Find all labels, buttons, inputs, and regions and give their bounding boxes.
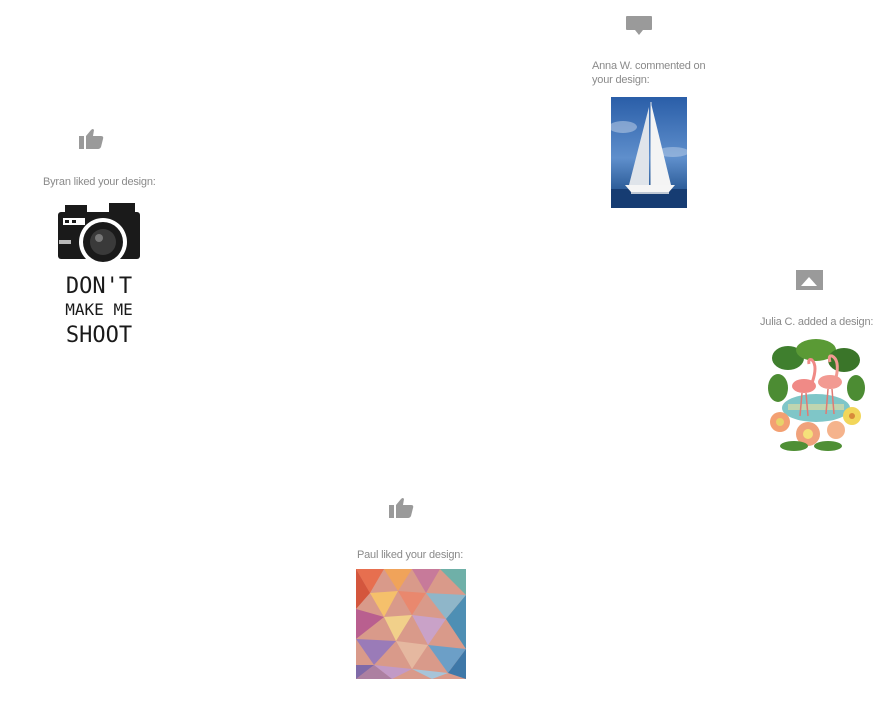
thumbs-up-icon bbox=[79, 129, 104, 149]
feed-item-caption: Julia C. added a design: bbox=[760, 316, 874, 328]
design-text-line: SHOOT bbox=[66, 323, 132, 347]
feed-item-caption: Paul liked your design: bbox=[357, 549, 464, 561]
sailboat-design[interactable] bbox=[611, 97, 687, 208]
feed-item-caption: Byran liked your design: bbox=[43, 176, 156, 188]
comment-icon bbox=[626, 16, 652, 35]
design-text-line: MAKE ME bbox=[65, 300, 132, 319]
activity-feed: Anna W. commented on your design: Byran … bbox=[0, 0, 893, 725]
image-icon bbox=[796, 270, 823, 290]
feed-item-caption: Anna W. commented on your design: bbox=[592, 60, 706, 86]
camera-design[interactable]: DON'T MAKE ME SHOOT bbox=[57, 200, 141, 347]
design-text-line: DON'T bbox=[66, 274, 132, 299]
thumbs-up-icon bbox=[389, 498, 414, 518]
flamingo-design[interactable] bbox=[766, 338, 866, 452]
geometric-pattern-design[interactable] bbox=[356, 569, 466, 679]
